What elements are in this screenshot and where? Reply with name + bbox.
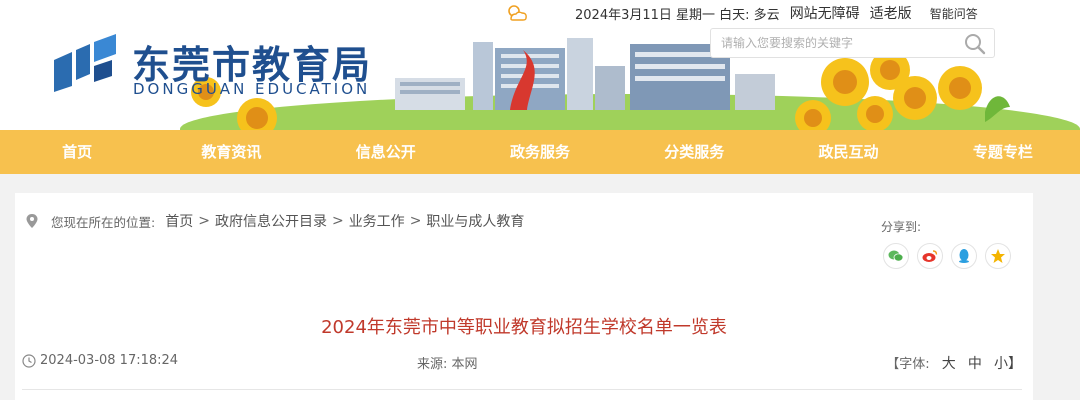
sunflower-cluster-illustration — [795, 52, 1010, 130]
elderly-mode-link[interactable]: 适老版 — [870, 3, 912, 23]
nav-item-special-topics[interactable]: 专题专栏 — [926, 130, 1080, 174]
share-label: 分享到: — [881, 220, 922, 234]
font-size-small-button[interactable]: 小】 — [994, 356, 1022, 372]
nav-item-home[interactable]: 首页 — [0, 130, 154, 174]
weibo-icon[interactable] — [917, 243, 943, 269]
search-input[interactable] — [711, 29, 951, 57]
font-size-large-button[interactable]: 大 — [942, 356, 956, 372]
breadcrumb-separator: > — [198, 213, 210, 229]
breadcrumb-item-vocational[interactable]: 职业与成人教育 — [426, 211, 524, 231]
main-nav: 首页 教育资讯 信息公开 政务服务 分类服务 政民互动 专题专栏 — [0, 130, 1080, 174]
qq-icon[interactable] — [951, 243, 977, 269]
font-size-controls: 【字体: 大 中 小】 — [886, 353, 1022, 373]
clock-icon — [22, 353, 36, 368]
nav-item-category-services[interactable]: 分类服务 — [617, 130, 771, 174]
publish-time-text: 2024-03-08 17:18:24 — [40, 353, 179, 368]
location-pin-icon — [26, 214, 38, 228]
site-header: 东莞市教育局 DONGGUAN EDUCATION 2024年3月11日 星期一… — [0, 0, 1080, 130]
publish-time: 2024-03-08 17:18:24 — [22, 353, 178, 368]
date-weather-text: 2024年3月11日 星期一 白天: 多云 — [575, 7, 780, 23]
breadcrumb-label: 您现在所在的位置: — [51, 214, 156, 230]
search-icon[interactable] — [964, 33, 986, 55]
site-subtitle: DONGGUAN EDUCATION — [133, 80, 371, 98]
breadcrumb-item-home[interactable]: 首页 — [165, 211, 193, 231]
nav-item-education-news[interactable]: 教育资讯 — [154, 130, 308, 174]
divider — [22, 389, 1022, 390]
site-logo-icon — [54, 34, 116, 92]
share-icons — [883, 243, 1011, 269]
breadcrumb-item-business[interactable]: 业务工作 — [349, 211, 405, 231]
nav-item-public-interaction[interactable]: 政民互动 — [771, 130, 925, 174]
wechat-icon[interactable] — [883, 243, 909, 269]
breadcrumb-separator: > — [331, 213, 344, 229]
nav-item-info-disclosure[interactable]: 信息公开 — [309, 130, 463, 174]
article-source: 来源: 本网 — [417, 357, 478, 372]
search-box — [710, 28, 995, 58]
breadcrumb-separator: > — [409, 213, 422, 229]
smart-qa-link[interactable]: 智能问答 — [930, 5, 978, 22]
breadcrumb-item-info-catalog[interactable]: 政府信息公开目录 — [215, 211, 327, 231]
top-utility-bar: 2024年3月11日 星期一 白天: 多云 网站无障碍 适老版 智能问答 — [505, 3, 988, 23]
breadcrumb: 您现在所在的位置: 首页 > 政府信息公开目录 > 业务工作 > 职业与成人教育 — [25, 211, 524, 231]
weather-cloudy-icon — [508, 5, 527, 21]
article-title: 2024年东莞市中等职业教育拟招生学校名单一览表 — [321, 317, 727, 338]
font-size-medium-button[interactable]: 中 — [968, 356, 982, 372]
nav-item-gov-services[interactable]: 政务服务 — [463, 130, 617, 174]
qzone-icon[interactable] — [985, 243, 1011, 269]
article-meta: 2024-03-08 17:18:24 来源: 本网 【字体: 大 中 小】 — [22, 353, 1022, 373]
accessibility-link[interactable]: 网站无障碍 — [790, 3, 860, 23]
font-size-label: 【字体: — [886, 357, 930, 372]
article-panel: 您现在所在的位置: 首页 > 政府信息公开目录 > 业务工作 > 职业与成人教育… — [15, 193, 1033, 400]
